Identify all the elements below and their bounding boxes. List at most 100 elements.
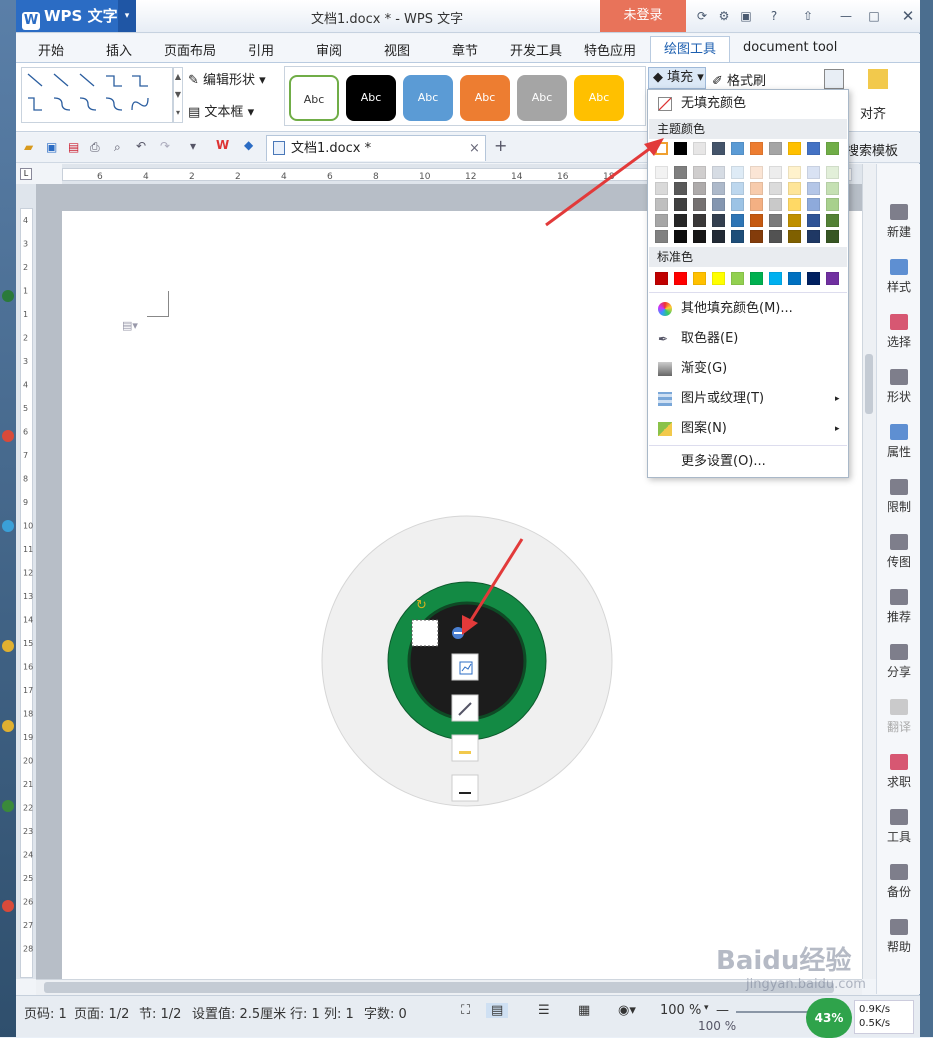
theme-shade-swatch[interactable] bbox=[750, 214, 763, 227]
restore-ribbon-icon[interactable]: ⇧ bbox=[800, 8, 816, 24]
eye-protect-icon[interactable]: ◉▾ bbox=[618, 1003, 636, 1018]
align-icon[interactable] bbox=[868, 69, 888, 89]
theme-shade-swatch[interactable] bbox=[788, 166, 801, 179]
undo-icon[interactable]: ↶ bbox=[136, 139, 146, 153]
style-white[interactable]: Abc bbox=[289, 75, 339, 121]
help-icon[interactable]: ? bbox=[766, 8, 782, 24]
tab-drawing-tools[interactable]: 绘图工具 bbox=[650, 36, 730, 63]
theme-shade-swatch[interactable] bbox=[826, 166, 839, 179]
picture-icon[interactable] bbox=[824, 69, 844, 89]
theme-shade-swatch[interactable] bbox=[807, 230, 820, 243]
theme-shade-swatch[interactable] bbox=[826, 230, 839, 243]
skin-icon[interactable]: ⟳ bbox=[694, 8, 710, 24]
theme-color-swatch[interactable] bbox=[731, 142, 744, 155]
theme-color-swatch[interactable] bbox=[788, 142, 801, 155]
theme-shade-swatch[interactable] bbox=[750, 182, 763, 195]
outline-float-icon[interactable] bbox=[451, 774, 479, 802]
style-gold[interactable]: Abc bbox=[574, 75, 624, 121]
settings-icon[interactable]: ⚙ bbox=[716, 8, 732, 24]
cube-icon[interactable]: ◆ bbox=[244, 138, 253, 152]
scroll-thumb[interactable] bbox=[865, 354, 873, 414]
pane-item-13[interactable]: 帮助 bbox=[877, 919, 921, 955]
theme-color-swatch[interactable] bbox=[712, 142, 725, 155]
tab-insert[interactable]: 插入 bbox=[106, 40, 132, 59]
document-tab[interactable]: 文档1.docx * × bbox=[266, 135, 486, 161]
tab-home[interactable]: 开始 bbox=[38, 40, 64, 59]
selected-shape[interactable] bbox=[411, 619, 439, 647]
theme-shade-swatch[interactable] bbox=[750, 166, 763, 179]
theme-shade-swatch[interactable] bbox=[712, 214, 725, 227]
pane-item-0[interactable]: 新建 bbox=[877, 204, 921, 240]
open-icon[interactable]: ▰ bbox=[24, 140, 33, 154]
pane-item-11[interactable]: 工具 bbox=[877, 809, 921, 845]
style-black[interactable]: Abc bbox=[346, 75, 396, 121]
theme-color-swatch[interactable] bbox=[693, 142, 706, 155]
theme-shade-swatch[interactable] bbox=[693, 182, 706, 195]
pane-item-4[interactable]: 属性 bbox=[877, 424, 921, 460]
new-tab-icon[interactable]: + bbox=[494, 136, 507, 155]
tab-document-tool[interactable]: document tool bbox=[743, 40, 837, 55]
tab-features[interactable]: 特色应用 bbox=[584, 40, 636, 59]
save-icon[interactable]: ▣ bbox=[46, 140, 57, 154]
chevron-down-icon[interactable]: ▾ bbox=[190, 139, 196, 153]
no-fill-item[interactable]: 无填充颜色 bbox=[649, 90, 847, 118]
theme-shade-swatch[interactable] bbox=[712, 230, 725, 243]
theme-shade-swatch[interactable] bbox=[712, 166, 725, 179]
feedback-icon[interactable]: ▣ bbox=[738, 8, 754, 24]
theme-shade-swatch[interactable] bbox=[693, 198, 706, 211]
style-orange[interactable]: Abc bbox=[460, 75, 510, 121]
wps-cloud-icon[interactable]: W bbox=[216, 138, 229, 152]
vertical-ruler[interactable]: 4 3 2 1 1 2 3 4 5 6 7 8 9 10 11 12 13 14 15 16 17 18 19 20 21 22 2… bbox=[16, 184, 36, 979]
align-label[interactable]: 对齐 bbox=[860, 103, 886, 122]
theme-color-swatch[interactable] bbox=[750, 142, 763, 155]
rotate-handle-icon[interactable]: ↻ bbox=[416, 598, 427, 613]
standard-color-swatch[interactable] bbox=[655, 272, 668, 285]
picture-texture-item[interactable]: 图片或纹理(T) ▸ bbox=[649, 385, 847, 413]
theme-shade-swatch[interactable] bbox=[693, 166, 706, 179]
tab-stop-icon[interactable]: L bbox=[20, 168, 32, 180]
theme-shade-swatch[interactable] bbox=[788, 230, 801, 243]
style-gray[interactable]: Abc bbox=[517, 75, 567, 121]
theme-shade-swatch[interactable] bbox=[769, 214, 782, 227]
theme-shade-swatch[interactable] bbox=[712, 198, 725, 211]
gallery-scroll[interactable]: ▲ ▼ ▾ bbox=[173, 67, 183, 123]
redo-icon[interactable]: ↷ bbox=[160, 139, 170, 153]
chevron-down-icon[interactable]: ▾ bbox=[704, 1003, 709, 1013]
pane-item-5[interactable]: 限制 bbox=[877, 479, 921, 515]
tab-review[interactable]: 审阅 bbox=[316, 40, 342, 59]
fill-button[interactable]: ◆ 填充 ▾ bbox=[648, 67, 706, 89]
pane-item-2[interactable]: 选择 bbox=[877, 314, 921, 350]
more-fill-colors-item[interactable]: 其他填充颜色(M)... bbox=[649, 295, 847, 323]
theme-shade-swatch[interactable] bbox=[826, 198, 839, 211]
standard-color-swatch[interactable] bbox=[731, 272, 744, 285]
eyedropper-item[interactable]: ✒ 取色器(E) bbox=[649, 325, 847, 353]
login-button[interactable]: 未登录 bbox=[600, 0, 686, 32]
close-tab-icon[interactable]: × bbox=[469, 136, 480, 161]
pane-item-7[interactable]: 推荐 bbox=[877, 589, 921, 625]
theme-color-swatch[interactable] bbox=[807, 142, 820, 155]
gradient-item[interactable]: 渐变(G) bbox=[649, 355, 847, 383]
format-painter-button[interactable]: ✐ 格式刷 bbox=[712, 70, 766, 89]
theme-color-swatch[interactable] bbox=[826, 142, 839, 155]
theme-shade-swatch[interactable] bbox=[712, 182, 725, 195]
search-template-link[interactable]: 搜索模板 bbox=[846, 140, 898, 159]
standard-color-swatch[interactable] bbox=[807, 272, 820, 285]
theme-shade-swatch[interactable] bbox=[731, 214, 744, 227]
cpu-meter[interactable]: 43% bbox=[806, 998, 852, 1038]
more-settings-item[interactable]: 更多设置(O)... bbox=[649, 448, 847, 476]
theme-shade-swatch[interactable] bbox=[750, 198, 763, 211]
app-menu-button[interactable]: W WPS 文字 ▾ bbox=[16, 0, 136, 32]
tab-view[interactable]: 视图 bbox=[384, 40, 410, 59]
theme-shade-swatch[interactable] bbox=[769, 166, 782, 179]
standard-color-swatch[interactable] bbox=[788, 272, 801, 285]
theme-shade-swatch[interactable] bbox=[731, 182, 744, 195]
zoom-level[interactable]: 100 % bbox=[660, 1003, 701, 1018]
tab-chapter[interactable]: 章节 bbox=[452, 40, 478, 59]
theme-shade-swatch[interactable] bbox=[731, 230, 744, 243]
fullscreen-icon[interactable]: ⛶ bbox=[461, 1003, 470, 1018]
vertical-scrollbar[interactable] bbox=[862, 164, 876, 979]
page-view-icon[interactable]: ▤ bbox=[486, 1003, 509, 1018]
pane-item-9[interactable]: 翻译 bbox=[877, 699, 921, 735]
style-blue[interactable]: Abc bbox=[403, 75, 453, 121]
standard-color-swatch[interactable] bbox=[693, 272, 706, 285]
